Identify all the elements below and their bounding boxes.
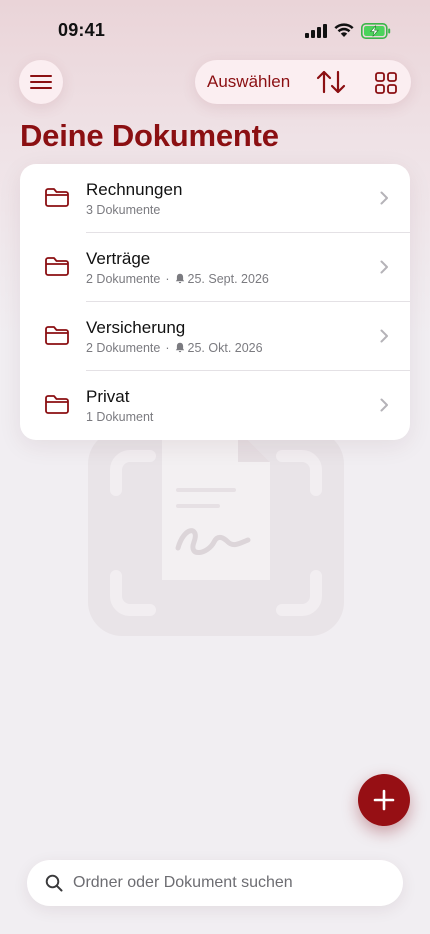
document-count: 1 Dokument bbox=[86, 410, 154, 424]
search-bar bbox=[27, 860, 403, 906]
folder-meta: 2 Dokumente · 25. Sept. 2026 bbox=[86, 272, 269, 286]
document-count: 3 Dokumente bbox=[86, 203, 161, 217]
add-button[interactable] bbox=[358, 774, 410, 826]
folder-name: Rechnungen bbox=[86, 180, 183, 199]
folder-meta: 2 Dokumente · 25. Okt. 2026 bbox=[86, 341, 263, 355]
page-title: Deine Dokumente bbox=[20, 118, 279, 153]
reminder-date: 25. Okt. 2026 bbox=[187, 341, 263, 355]
search-input[interactable] bbox=[73, 860, 393, 906]
chevron-right-icon bbox=[380, 260, 388, 274]
reminder-date: 25. Sept. 2026 bbox=[187, 272, 269, 286]
folder-icon bbox=[45, 257, 69, 276]
bell-icon bbox=[175, 342, 184, 353]
folder-row-rechnungen[interactable]: Rechnungen 3 Dokumente bbox=[20, 164, 410, 233]
meta-separator: · bbox=[165, 341, 170, 355]
folder-row-vertraege[interactable]: Verträge 2 Dokumente · 25. Sept. 2026 bbox=[20, 233, 410, 302]
search-icon bbox=[45, 874, 63, 892]
chevron-right-icon bbox=[380, 398, 388, 412]
menu-button[interactable] bbox=[19, 60, 63, 104]
bell-icon bbox=[175, 273, 184, 284]
select-button[interactable]: Auswählen bbox=[207, 72, 290, 92]
cellular-signal-icon bbox=[305, 24, 327, 38]
folder-icon bbox=[45, 188, 69, 207]
folder-meta: 1 Dokument bbox=[86, 410, 153, 424]
folder-icon bbox=[45, 395, 69, 414]
chevron-right-icon bbox=[380, 329, 388, 343]
wifi-icon bbox=[334, 23, 354, 37]
folder-name: Versicherung bbox=[86, 318, 186, 337]
folder-name: Privat bbox=[86, 387, 130, 406]
toolbar: Auswählen bbox=[195, 60, 411, 104]
document-count: 2 Dokumente bbox=[86, 341, 161, 355]
status-bar: 09:41 bbox=[0, 0, 430, 60]
status-time: 09:41 bbox=[58, 20, 106, 40]
chevron-right-icon bbox=[380, 191, 388, 205]
plus-icon bbox=[373, 789, 395, 811]
sort-arrows-icon[interactable] bbox=[316, 70, 346, 94]
folder-name: Verträge bbox=[86, 249, 151, 268]
folder-meta: 3 Dokumente bbox=[86, 203, 160, 217]
document-count: 2 Dokumente bbox=[86, 272, 161, 286]
battery-charging-icon bbox=[361, 23, 391, 39]
folder-list: Rechnungen 3 Dokumente Verträge 2 Dokume… bbox=[20, 164, 410, 440]
folder-icon bbox=[45, 326, 69, 345]
grid-view-icon[interactable] bbox=[375, 72, 397, 94]
hamburger-menu-icon bbox=[30, 75, 52, 89]
folder-row-versicherung[interactable]: Versicherung 2 Dokumente · 25. Okt. 2026 bbox=[20, 302, 410, 371]
document-scan-illustration bbox=[88, 430, 344, 636]
folder-row-privat[interactable]: Privat 1 Dokument bbox=[20, 371, 410, 440]
meta-separator: · bbox=[165, 272, 170, 286]
